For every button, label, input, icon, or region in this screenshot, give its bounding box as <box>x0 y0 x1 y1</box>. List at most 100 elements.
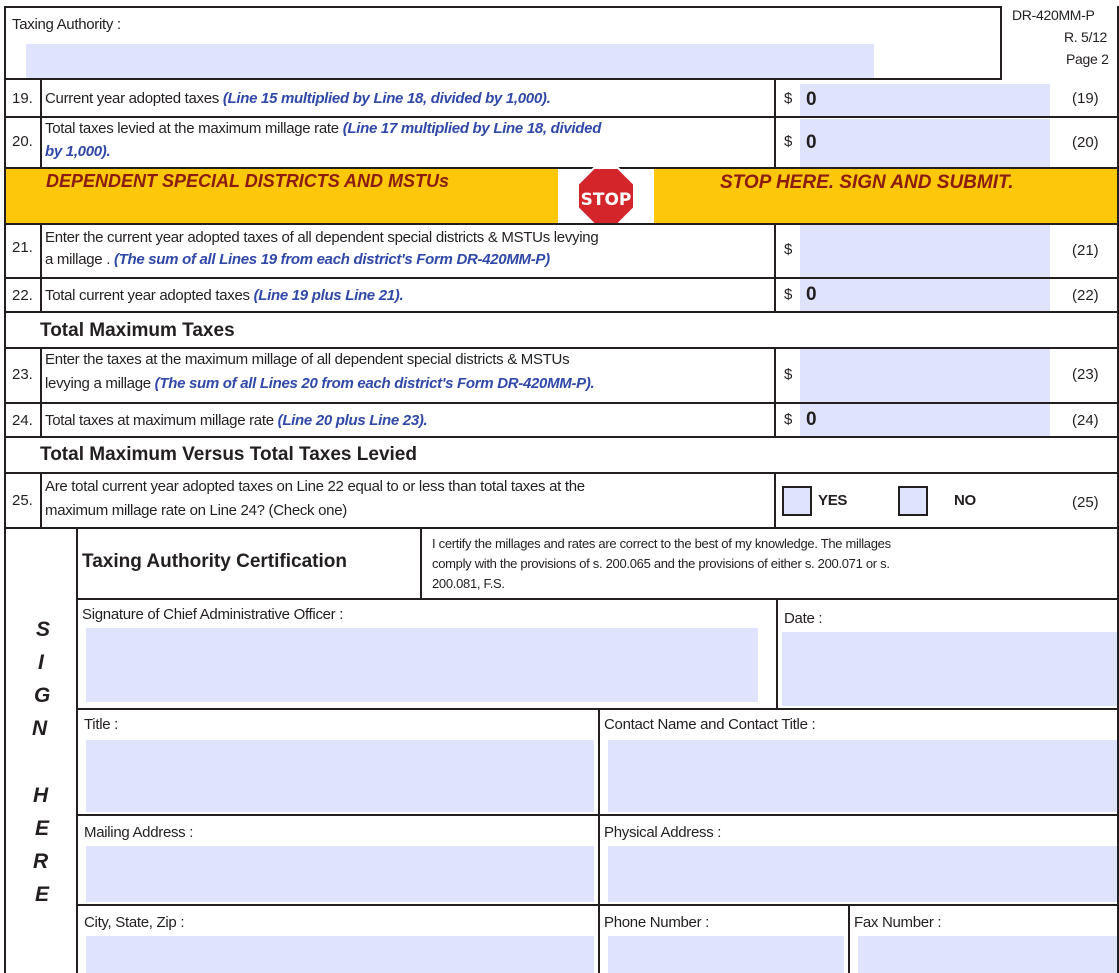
line-reference: (25) <box>1072 494 1099 511</box>
line-24-amount-field[interactable] <box>800 404 1050 436</box>
line-20-text: Total taxes levied at the maximum millag… <box>45 120 602 137</box>
row-divider <box>4 472 1119 474</box>
line-number: 23. <box>12 366 33 383</box>
yes-checkbox[interactable] <box>782 486 812 516</box>
certification-text: 200.081, F.S. <box>432 576 505 591</box>
stop-sign-icon: STOP <box>577 167 635 225</box>
border <box>4 6 6 80</box>
line-25-text: Are total current year adopted taxes on … <box>45 478 585 495</box>
no-checkbox[interactable] <box>898 486 928 516</box>
sign-here-letter: E <box>35 883 50 906</box>
mailing-address-label: Mailing Address : <box>84 824 194 841</box>
line-21-amount-field[interactable] <box>800 225 1050 277</box>
line-number: 24. <box>12 412 33 429</box>
taxing-authority-label: Taxing Authority : <box>12 16 121 33</box>
line-reference: (21) <box>1072 242 1099 259</box>
border <box>4 78 1002 80</box>
dollar-sign: $ <box>784 241 793 258</box>
border <box>1000 6 1002 80</box>
line-20-amount: 0 <box>806 132 817 153</box>
sign-here-letter: E <box>35 817 50 840</box>
contact-field[interactable] <box>608 740 1117 812</box>
certification-text: comply with the provisions of s. 200.065… <box>432 556 890 571</box>
line-21-text-2: a millage . (The sum of all Lines 19 fro… <box>45 251 550 268</box>
row-divider <box>4 311 1119 313</box>
line-22-text: Total current year adopted taxes (Line 1… <box>45 287 404 304</box>
sign-here-letter: I <box>38 651 44 674</box>
fax-label: Fax Number : <box>854 914 942 931</box>
line-number: 25. <box>12 492 33 509</box>
fax-field[interactable] <box>858 936 1117 973</box>
section-heading: Total Maximum Versus Total Taxes Levied <box>40 444 417 465</box>
line-23-text-2: levying a millage (The sum of all Lines … <box>45 375 595 392</box>
city-state-zip-field[interactable] <box>86 936 594 973</box>
line-reference: (22) <box>1072 287 1099 304</box>
line-reference: (19) <box>1072 90 1099 107</box>
border <box>4 6 1002 8</box>
date-field[interactable] <box>782 632 1117 706</box>
dollar-sign: $ <box>784 411 793 428</box>
row-divider <box>4 436 1119 438</box>
line-19-amount-field[interactable] <box>800 84 1050 116</box>
line-22-amount-field[interactable] <box>800 279 1050 311</box>
sign-here-letter: H <box>33 784 49 807</box>
border <box>776 598 778 708</box>
phone-field[interactable] <box>608 936 844 973</box>
border <box>774 472 776 527</box>
mailing-address-field[interactable] <box>86 846 594 902</box>
line-19-text: Current year adopted taxes (Line 15 mult… <box>45 90 551 107</box>
border <box>774 223 776 311</box>
physical-address-field[interactable] <box>608 846 1117 902</box>
line-21-text: Enter the current year adopted taxes of … <box>45 229 599 246</box>
sign-here-letter: S <box>36 618 51 641</box>
border <box>40 347 42 436</box>
border <box>40 78 42 169</box>
dollar-sign: $ <box>784 133 793 150</box>
border <box>774 347 776 436</box>
page-number: Page 2 <box>1066 51 1109 67</box>
form-revision: R. 5/12 <box>1064 29 1108 45</box>
sign-here-letter: G <box>34 684 51 707</box>
line-24-text: Total taxes at maximum millage rate (Lin… <box>45 412 428 429</box>
yes-label: YES <box>818 492 848 509</box>
line-23-text: Enter the taxes at the maximum millage o… <box>45 351 570 368</box>
banner-left-text: DEPENDENT SPECIAL DISTRICTS AND MSTUs <box>46 171 450 191</box>
title-field[interactable] <box>86 740 594 812</box>
line-24-amount: 0 <box>806 409 817 430</box>
certification-title: Taxing Authority Certification <box>82 551 347 572</box>
border <box>40 223 42 311</box>
line-25-text-2: maximum millage rate on Line 24? (Check … <box>45 502 347 519</box>
line-20-amount-field[interactable] <box>800 119 1050 167</box>
line-23-amount-field[interactable] <box>800 349 1050 402</box>
border <box>420 527 422 598</box>
line-number: 22. <box>12 287 33 304</box>
taxing-authority-input[interactable] <box>26 44 874 78</box>
row-divider <box>76 598 1119 600</box>
signature-label: Signature of Chief Administrative Office… <box>82 606 344 623</box>
line-20-note: by 1,000). <box>45 143 111 160</box>
dollar-sign: $ <box>784 366 793 383</box>
certification-text: I certify the millages and rates are cor… <box>432 536 891 551</box>
line-reference: (24) <box>1072 412 1099 429</box>
line-reference: (23) <box>1072 366 1099 383</box>
dollar-sign: $ <box>784 286 793 303</box>
city-state-zip-label: City, State, Zip : <box>84 914 185 931</box>
border <box>40 472 42 527</box>
line-22-amount: 0 <box>806 284 817 305</box>
contact-label: Contact Name and Contact Title : <box>604 716 816 733</box>
section-heading: Total Maximum Taxes <box>40 320 235 341</box>
form-id: DR-420MM-P <box>1012 7 1095 23</box>
line-19-amount: 0 <box>806 89 817 110</box>
signature-field[interactable] <box>86 628 758 702</box>
sign-here-letter: N <box>32 717 48 740</box>
line-number: 21. <box>12 239 33 256</box>
sign-here-letter: R <box>33 850 49 873</box>
stop-sign-text: STOP <box>581 190 632 210</box>
border <box>4 78 6 973</box>
no-label: NO <box>954 492 976 509</box>
row-divider <box>76 814 1119 816</box>
line-reference: (20) <box>1072 134 1099 151</box>
row-divider <box>4 116 1119 118</box>
phone-label: Phone Number : <box>604 914 710 931</box>
line-number: 19. <box>12 90 33 107</box>
